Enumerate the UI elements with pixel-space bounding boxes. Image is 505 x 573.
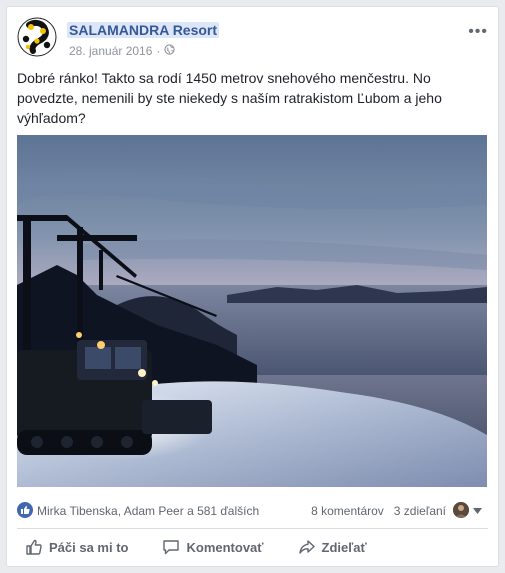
reactions-bar: Mirka Tibenska, Adam Peer a 581 ďalších …: [17, 500, 488, 522]
shares-count[interactable]: 3 zdieľaní: [394, 504, 446, 518]
comment-button[interactable]: Komentovať: [154, 532, 271, 562]
globe-icon[interactable]: [164, 44, 176, 58]
share-label: Zdieľať: [321, 539, 367, 555]
share-button[interactable]: Zdieľať: [290, 532, 375, 562]
post-photo[interactable]: [17, 135, 487, 487]
post-card: SALAMANDRA Resort 28. január 2016 · ••• …: [6, 6, 499, 567]
page-name-link[interactable]: SALAMANDRA Resort: [67, 22, 220, 38]
engagement-counts: 8 komentárov 3 zdieľaní: [311, 504, 446, 518]
share-arrow-icon: [298, 538, 316, 556]
snow-groomer-photo: [17, 135, 487, 487]
post-text: Dobré ránko! Takto sa rodí 1450 metrov s…: [17, 70, 442, 126]
like-label: Páči sa mi to: [49, 539, 129, 555]
speech-bubble-icon: [162, 538, 180, 556]
comments-count[interactable]: 8 komentárov: [311, 504, 384, 518]
thumbs-up-icon[interactable]: [17, 502, 33, 518]
post-header: SALAMANDRA Resort 28. január 2016 · •••: [17, 17, 488, 61]
like-button[interactable]: Páči sa mi to: [17, 532, 136, 562]
comment-label: Komentovať: [186, 539, 264, 555]
reactors-summary[interactable]: Mirka Tibenska, Adam Peer a 581 ďalších: [37, 504, 259, 518]
more-options-icon[interactable]: •••: [468, 23, 488, 41]
thumbs-up-outline-icon: [25, 538, 43, 556]
avatar: [453, 502, 469, 518]
chevron-down-icon: [473, 503, 482, 517]
actions-divider: [17, 528, 488, 529]
page-avatar[interactable]: [17, 17, 57, 57]
post-date[interactable]: 28. január 2016: [69, 44, 152, 58]
meta-separator: ·: [156, 44, 161, 58]
viewer-selector[interactable]: [453, 502, 482, 518]
post-meta: 28. január 2016 ·: [69, 44, 176, 58]
post-actions: Páči sa mi to Komentovať Zdieľať: [17, 531, 488, 563]
salamander-logo-icon: [17, 17, 57, 57]
